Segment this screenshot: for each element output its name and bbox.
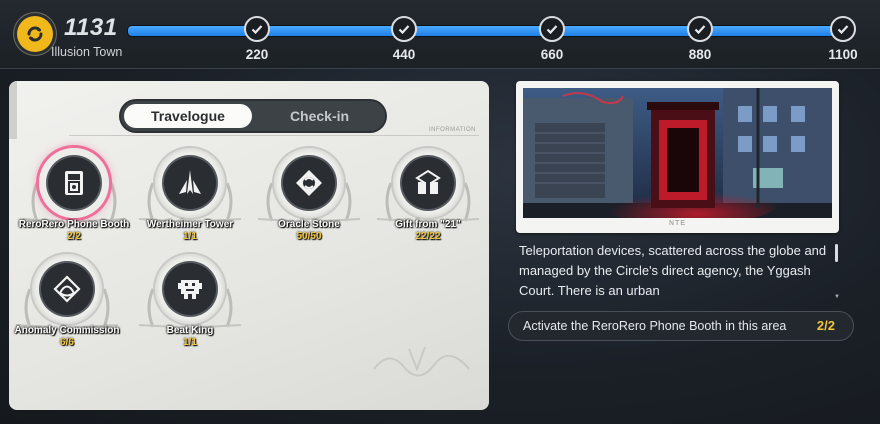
- milestone-660-check-icon[interactable]: [539, 16, 565, 42]
- beat-king-icon: [164, 263, 216, 315]
- badge-count: 2/2: [67, 231, 81, 242]
- badge-name: Anomaly Commission: [14, 325, 120, 336]
- phone-booth-artwork: [523, 88, 832, 218]
- milestone-label: 660: [540, 47, 564, 62]
- phone-booth-icon: [48, 157, 100, 209]
- milestone-1100-check-icon[interactable]: [830, 16, 856, 42]
- progress-bar: [127, 25, 847, 37]
- badge-oracle-stone[interactable]: Oracle Stone 50/50: [254, 141, 364, 251]
- tab-travelogue[interactable]: Travelogue: [124, 104, 252, 128]
- description-scrollbar[interactable]: ▼: [834, 244, 840, 300]
- refresh-icon: [17, 16, 53, 52]
- badge-count: 22/22: [415, 231, 441, 242]
- scroll-down-arrow-icon[interactable]: ▼: [834, 294, 840, 300]
- task-objective[interactable]: Activate the ReroRero Phone Booth in thi…: [508, 311, 854, 341]
- milestone-label: 440: [392, 47, 416, 62]
- stamp-watermark: [373, 346, 470, 377]
- milestone-label: 1100: [828, 47, 858, 62]
- badge-count: 6/6: [60, 337, 74, 348]
- milestone-880-check-icon[interactable]: [687, 16, 713, 42]
- badge-wertheimer-tower[interactable]: Wertheimer Tower 1/1: [135, 141, 245, 251]
- badge-gift-from-21[interactable]: Gift from "21" 22/22: [373, 141, 483, 251]
- information-label: INFORMATION: [428, 127, 476, 133]
- location-artwork-frame: NTE: [516, 81, 839, 233]
- badge-name: Beat King: [166, 325, 214, 336]
- badge-count: 50/50: [296, 231, 322, 242]
- tab-check-in[interactable]: Check-in: [254, 101, 385, 131]
- artwork-caption: NTE: [669, 220, 686, 227]
- paper-edge-decoration: [9, 81, 17, 139]
- badge-name: Wertheimer Tower: [146, 219, 234, 230]
- badge-name: Gift from "21": [395, 219, 461, 230]
- milestone-label: 220: [245, 47, 269, 62]
- tower-icon: [164, 157, 216, 209]
- gift-box-icon: [402, 157, 454, 209]
- milestone-label: 880: [688, 47, 712, 62]
- scrollbar-thumb[interactable]: [835, 244, 838, 262]
- progress-header: 1131 Illusion Town 220 440 660 880 1100: [0, 0, 880, 69]
- badge-count: 1/1: [183, 231, 197, 242]
- travelogue-panel: Travelogue Check-in INFORMATION ReroRero…: [9, 81, 489, 410]
- badge-beat-king[interactable]: Beat King 1/1: [135, 247, 245, 357]
- location-description: Teleportation devices, scattered across …: [519, 243, 827, 298]
- exploration-level: 1131: [64, 14, 118, 41]
- milestone-440-check-icon[interactable]: [391, 16, 417, 42]
- badge-name: Oracle Stone: [278, 219, 340, 230]
- progress-bar-fill: [128, 26, 846, 36]
- task-text: Activate the ReroRero Phone Booth in thi…: [523, 319, 787, 333]
- divider: [69, 135, 479, 136]
- badge-count: 1/1: [183, 337, 197, 348]
- anomaly-icon: [41, 263, 93, 315]
- badge-rerorero-phone-booth[interactable]: ReroRero Phone Booth 2/2: [19, 141, 129, 251]
- oracle-stone-icon: [283, 157, 335, 209]
- badge-name: ReroRero Phone Booth: [18, 219, 130, 230]
- milestone-220-check-icon[interactable]: [244, 16, 270, 42]
- task-count: 2/2: [816, 318, 835, 333]
- badge-anomaly-commission[interactable]: Anomaly Commission 6/6: [12, 247, 122, 357]
- tab-bar: Travelogue Check-in: [121, 101, 385, 131]
- area-name: Illusion Town: [51, 45, 123, 59]
